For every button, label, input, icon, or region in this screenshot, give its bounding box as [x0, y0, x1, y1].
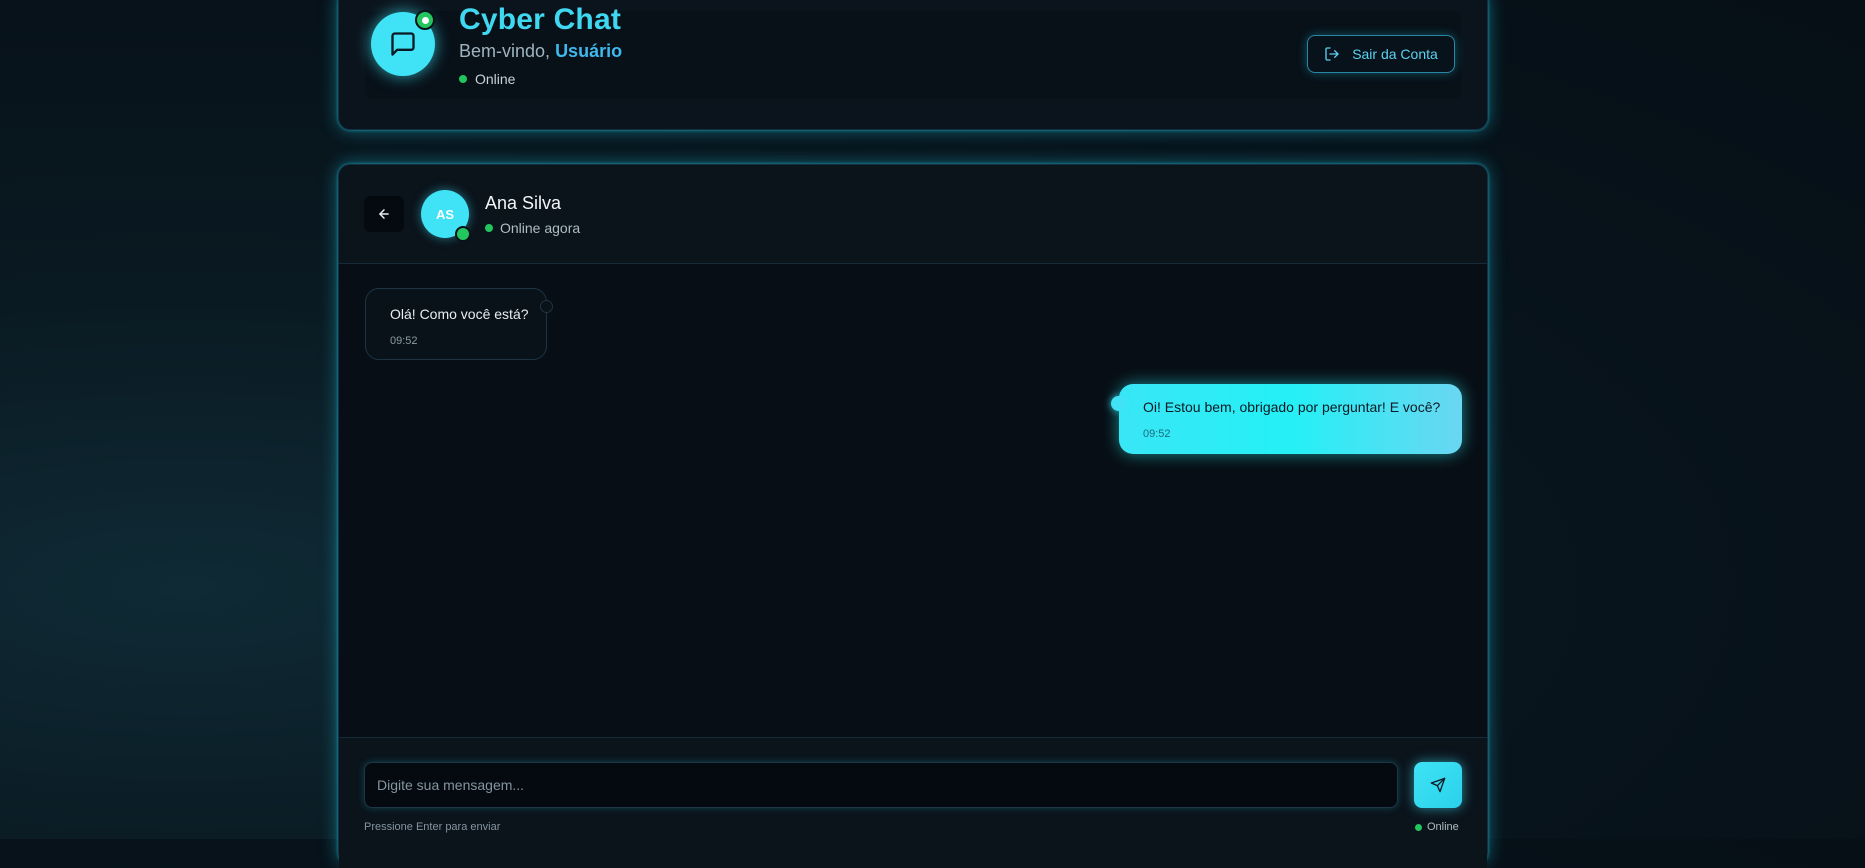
chat-window: AS Ana Silva Online agora Olá! Como você…: [338, 164, 1488, 868]
logo-online-indicator: [415, 10, 435, 30]
logout-label: Sair da Conta: [1352, 46, 1438, 62]
message-composer: Pressione Enter para enviar Online: [339, 737, 1487, 868]
app-header: Cyber Chat Bem-vindo, Usuário Online Sai…: [338, 0, 1488, 130]
connection-status-label: Online: [1427, 821, 1459, 833]
username: Usuário: [555, 41, 623, 61]
arrow-left-icon: [379, 209, 389, 219]
online-dot-icon: [485, 224, 493, 232]
user-status-label: Online: [475, 71, 516, 87]
contact-name: Ana Silva: [485, 193, 562, 213]
online-dot-icon: [1415, 823, 1422, 831]
incoming-indicator-icon: [540, 300, 553, 313]
connection-status: Online: [1415, 821, 1459, 833]
message-text: Oi! Estou bem, obrigado por perguntar! E…: [1143, 399, 1441, 415]
outgoing-indicator-icon: [1111, 396, 1126, 411]
welcome-text: Bem-vindo, Usuário: [459, 41, 622, 62]
online-dot-icon: [459, 75, 467, 83]
contact-online-indicator: [455, 226, 471, 242]
chat-bubble-icon: [391, 32, 415, 56]
logout-button[interactable]: Sair da Conta: [1307, 35, 1455, 73]
message-incoming: Olá! Como você está? 09:52: [365, 288, 547, 360]
back-button[interactable]: [364, 196, 404, 232]
send-button[interactable]: [1414, 762, 1462, 808]
send-hint: Pressione Enter para enviar: [364, 821, 501, 833]
welcome-prefix: Bem-vindo,: [459, 41, 551, 61]
chat-header: AS Ana Silva Online agora: [339, 165, 1487, 264]
message-time: 09:52: [390, 335, 418, 347]
message-outgoing: Oi! Estou bem, obrigado por perguntar! E…: [1119, 384, 1462, 454]
message-text: Olá! Como você está?: [390, 306, 529, 322]
message-time: 09:52: [1143, 428, 1171, 440]
send-icon: [1430, 777, 1446, 793]
contact-status-label: Online agora: [500, 220, 581, 236]
user-status: Online: [459, 71, 515, 87]
message-input[interactable]: [364, 762, 1398, 808]
logout-icon: [1325, 47, 1339, 61]
app-title: Cyber Chat: [459, 3, 622, 36]
contact-status: Online agora: [485, 220, 580, 236]
